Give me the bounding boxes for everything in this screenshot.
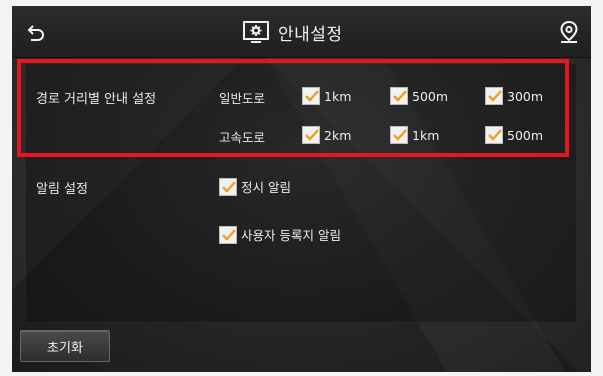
highway-option-3[interactable]: 500m [485,126,543,144]
general-road-label-row: 일반도로 [219,88,265,107]
general-road-option-1[interactable]: 1km [302,87,351,105]
general-road-option-2[interactable]: 500m [390,87,448,105]
option-label: 500m [507,127,544,143]
alert-option-2[interactable]: 사용자 등록지 알림 [219,225,341,244]
general-road-option-3[interactable]: 300m [485,87,543,105]
option-label: 1km [412,127,440,143]
checkmark-icon [222,180,236,193]
page-title-group: 안내설정 [242,19,343,45]
page-title: 안내설정 [278,24,343,45]
map-pin-icon [560,20,578,43]
general-road-label: 일반도로 [219,91,266,106]
checkmark-icon [305,90,319,102]
checkmark-icon [222,228,236,241]
checkbox-highway-2km[interactable] [302,126,320,144]
alert-option-1[interactable]: 정시 알림 [219,177,291,196]
checkbox-general-300m[interactable] [485,87,503,105]
option-label: 1km [324,88,352,104]
option-label: 정시 알림 [241,180,291,195]
alert-section-label: 알림 설정 [36,182,88,197]
checkbox-hourly-alert[interactable] [219,177,237,196]
reset-button[interactable]: 초기화 [20,330,110,362]
option-label: 300m [507,88,544,104]
highway-option-2[interactable]: 1km [390,126,439,144]
app-window: 안내설정 [12,6,591,372]
location-button[interactable] [557,20,581,46]
header-bar: 안내설정 [12,6,591,58]
option-label: 500m [412,88,449,104]
checkmark-icon [393,129,407,141]
checkbox-general-1km[interactable] [302,87,320,105]
option-label: 2km [324,127,352,143]
checkmark-icon [393,90,407,102]
back-button[interactable] [24,21,48,45]
checkbox-user-location-alert[interactable] [219,225,237,244]
distance-section-label-row: 경로 거리별 안내 설정 [36,88,156,107]
highway-label-row: 고속도로 [219,127,265,146]
option-label: 사용자 등록지 알림 [241,228,341,243]
alert-section-label-row: 알림 설정 [36,178,88,197]
checkmark-icon [305,129,319,141]
settings-gear-icon [243,21,269,43]
checkbox-general-500m[interactable] [390,87,408,105]
highway-label: 고속도로 [219,130,266,145]
back-arrow-icon [27,25,44,41]
checkmark-icon [488,90,502,102]
checkbox-highway-1km[interactable] [390,126,408,144]
distance-section-label: 경로 거리별 안내 설정 [36,92,157,107]
checkbox-highway-500m[interactable] [485,126,503,144]
checkmark-icon [488,129,502,141]
highway-option-1[interactable]: 2km [302,126,351,144]
